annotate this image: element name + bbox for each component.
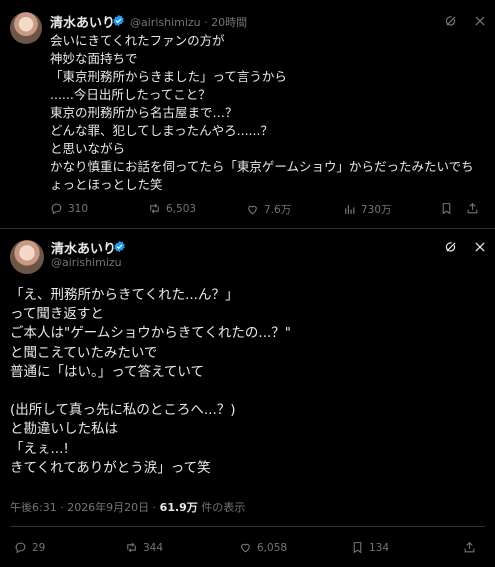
retweet-button[interactable]: 344 [125,541,163,554]
author-name[interactable]: 清水あいり [50,12,115,31]
reply-icon [15,542,26,554]
author-handle[interactable]: @airishimizu [51,256,122,269]
grok-icon[interactable] [444,240,458,254]
retweet-icon [150,203,159,214]
reply-button[interactable]: 310 [50,202,88,215]
share-icon [464,541,475,553]
like-button[interactable]: 7.6万 [246,202,291,217]
share-icon [467,202,478,214]
divider [0,228,495,229]
bookmark-icon [353,542,362,554]
tweet-timestamp[interactable]: 午後6:31 · 2026年9月20日 · 61.9万 件の表示 [10,499,245,515]
tweet-1[interactable]: 清水あいり @airishimizu · 20時間 会いにきてくれたファンの方が… [0,0,495,229]
views-count: 61.9万 [159,501,198,514]
author-name[interactable]: 清水あいり [51,238,116,257]
avatar[interactable] [10,240,44,274]
close-icon[interactable] [473,14,487,28]
tweet-text: 「え、刑務所からきてくれた...ん？」 って聞き返すと ご本人は"ゲームショウか… [10,287,291,476]
bookmark-button[interactable]: 134 [351,541,389,554]
tweet-actions: 310 6,503 7.6万 730万 [0,202,495,220]
views-button[interactable]: 730万 [343,202,392,217]
tweet-actions: 29 344 6,058 134 [0,541,495,559]
views-icon [345,205,355,214]
like-button[interactable]: 6,058 [239,541,287,554]
bookmark-icon [442,203,451,215]
like-icon [248,205,257,215]
divider [10,526,485,527]
retweet-icon [127,542,136,553]
share-button[interactable] [466,202,479,215]
grok-icon[interactable] [444,14,458,28]
reply-icon [51,203,62,215]
like-icon [241,543,250,553]
share-button[interactable] [463,541,476,554]
reply-button[interactable]: 29 [14,541,45,554]
tweet-meta: @airishimizu · 20時間 [130,16,248,29]
tweet-text: 会いにきてくれたファンの方が 神妙な面持ちで 「東京刑務所からきました」って言う… [50,33,474,192]
bookmark-button[interactable] [440,202,453,215]
verified-icon [114,240,125,253]
avatar[interactable] [10,12,42,44]
close-icon[interactable] [473,240,487,254]
verified-icon [113,14,124,27]
retweet-button[interactable]: 6,503 [148,202,196,215]
